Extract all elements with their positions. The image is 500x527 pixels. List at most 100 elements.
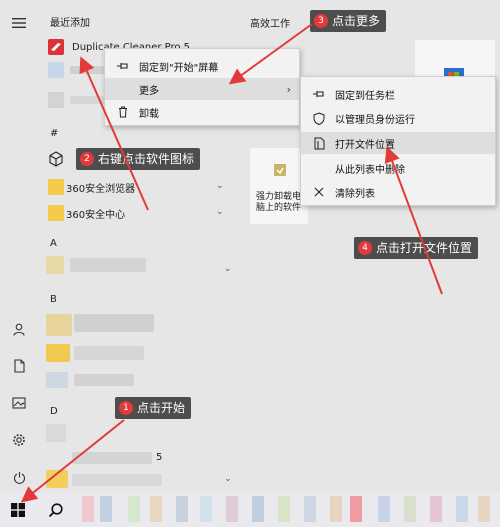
pictures-icon[interactable] [10, 394, 28, 412]
app-label-fragment: 5 [156, 452, 163, 463]
callout-number: 3 [314, 14, 328, 28]
callout-3: 3 点击更多 [310, 10, 387, 32]
callout-4: 4 点击打开文件位置 [354, 237, 479, 259]
callout-number: 4 [358, 241, 372, 255]
user-icon[interactable] [10, 320, 28, 338]
section-hash: # [50, 128, 59, 139]
folder-open-icon [311, 137, 327, 150]
section-d: D [50, 406, 58, 417]
taskbar-app[interactable] [278, 496, 290, 522]
taskbar-app[interactable] [100, 496, 112, 522]
chevron-down-icon: ⌄ [216, 181, 224, 191]
power-icon[interactable] [10, 468, 28, 486]
chevron-down-icon: ⌄ [224, 474, 232, 484]
callout-1: 1 点击开始 [115, 397, 192, 419]
pin-to-start-item[interactable]: 固定到"开始"屏幕 [105, 55, 299, 77]
blurred-app-icon [46, 344, 70, 362]
blurred-app-icon [46, 314, 72, 336]
taskbar-app[interactable] [128, 496, 140, 522]
menu-label: 卸载 [139, 108, 159, 120]
taskbar-app[interactable] [378, 496, 390, 522]
menu-icon[interactable] [10, 14, 28, 32]
callout-text: 点击更多 [332, 14, 381, 28]
folder-icon [48, 205, 64, 221]
callout-2: 2 右键点击软件图标 [76, 148, 201, 170]
taskbar-app[interactable] [226, 496, 238, 522]
blurred-app-label [72, 452, 152, 464]
search-icon[interactable] [42, 496, 70, 524]
callout-text: 点击打开文件位置 [376, 241, 473, 255]
taskbar-app[interactable] [200, 496, 212, 522]
blurred-app-icon [46, 470, 68, 488]
taskbar-app[interactable] [350, 496, 362, 522]
more-item[interactable]: 更多 › [105, 78, 299, 100]
more-submenu: 固定到任务栏 以管理员身份运行 打开文件位置 从此列表中删除 清除列表 [300, 76, 496, 206]
chevron-down-icon: ⌄ [224, 264, 232, 274]
menu-label: 固定到任务栏 [335, 90, 395, 102]
trash-icon [115, 106, 131, 118]
pin-icon [311, 89, 327, 99]
menu-label: 从此列表中删除 [335, 164, 405, 176]
blurred-app-icon [46, 256, 64, 274]
taskbar-app[interactable] [150, 496, 162, 522]
cube-icon [48, 151, 64, 167]
start-menu: 最近添加 Duplicate Cleaner Pro 5 # 360安全浏览器 … [0, 0, 500, 492]
tile-label: 强力卸载电脑上的软件 [256, 192, 302, 213]
taskbar-app[interactable] [304, 496, 316, 522]
taskbar-app[interactable] [404, 496, 416, 522]
taskbar-app[interactable] [430, 496, 442, 522]
taskbar-app[interactable] [478, 496, 490, 522]
menu-label: 打开文件位置 [335, 139, 395, 151]
folder-icon [48, 179, 64, 195]
folder-label: 360安全中心 [66, 209, 126, 221]
callout-number: 1 [119, 401, 133, 415]
callout-number: 2 [80, 152, 94, 166]
taskbar [0, 492, 500, 527]
taskbar-app[interactable] [330, 496, 342, 522]
folder-label: 360安全浏览器 [66, 183, 136, 195]
chevron-right-icon: › [286, 82, 291, 96]
run-as-admin-item[interactable]: 以管理员身份运行 [301, 107, 495, 129]
menu-label: 固定到"开始"屏幕 [139, 62, 219, 74]
callout-text: 右键点击软件图标 [98, 152, 195, 166]
uninstall-item[interactable]: 卸载 [105, 101, 299, 123]
taskbar-app[interactable] [456, 496, 468, 522]
uninstall-icon [274, 164, 286, 176]
taskbar-app[interactable] [176, 496, 188, 522]
section-b: B [50, 294, 57, 305]
chevron-down-icon: ⌄ [216, 207, 224, 217]
blurred-app-label [74, 346, 144, 360]
document-icon[interactable] [10, 357, 28, 375]
remove-from-list-item[interactable]: 从此列表中删除 [301, 157, 495, 179]
blurred-app-label [74, 314, 154, 332]
close-icon [311, 187, 327, 197]
blurred-app-label [72, 474, 162, 486]
menu-label: 更多 [139, 85, 159, 97]
clear-list-item[interactable]: 清除列表 [301, 181, 495, 203]
tile-group-title: 高效工作 [250, 19, 290, 30]
settings-icon[interactable] [10, 431, 28, 449]
taskbar-app[interactable] [252, 496, 264, 522]
folder-360-browser[interactable]: 360安全浏览器 ⌄ [44, 176, 234, 198]
blurred-app-icon [46, 424, 66, 442]
section-recent: 最近添加 [50, 18, 90, 29]
pin-to-taskbar-item[interactable]: 固定到任务栏 [301, 83, 495, 105]
menu-label: 以管理员身份运行 [335, 114, 415, 126]
open-file-location-item[interactable]: 打开文件位置 [301, 132, 495, 154]
pin-icon [115, 61, 131, 71]
section-a: A [50, 238, 57, 249]
start-rail [0, 0, 38, 492]
taskbar-app[interactable] [82, 496, 94, 522]
blurred-app-icon [48, 62, 64, 78]
menu-label: 清除列表 [335, 188, 375, 200]
blurred-app-label [74, 374, 134, 386]
context-menu: 固定到"开始"屏幕 更多 › 卸载 [104, 48, 300, 126]
folder-360-center[interactable]: 360安全中心 ⌄ [44, 202, 234, 224]
duplicate-cleaner-icon [48, 39, 64, 55]
shield-icon [311, 111, 327, 125]
blurred-app-icon [46, 372, 68, 388]
blurred-app-icon [48, 92, 64, 108]
blurred-app-label [70, 258, 146, 272]
callout-text: 点击开始 [137, 401, 186, 415]
windows-logo-icon[interactable] [4, 496, 32, 524]
